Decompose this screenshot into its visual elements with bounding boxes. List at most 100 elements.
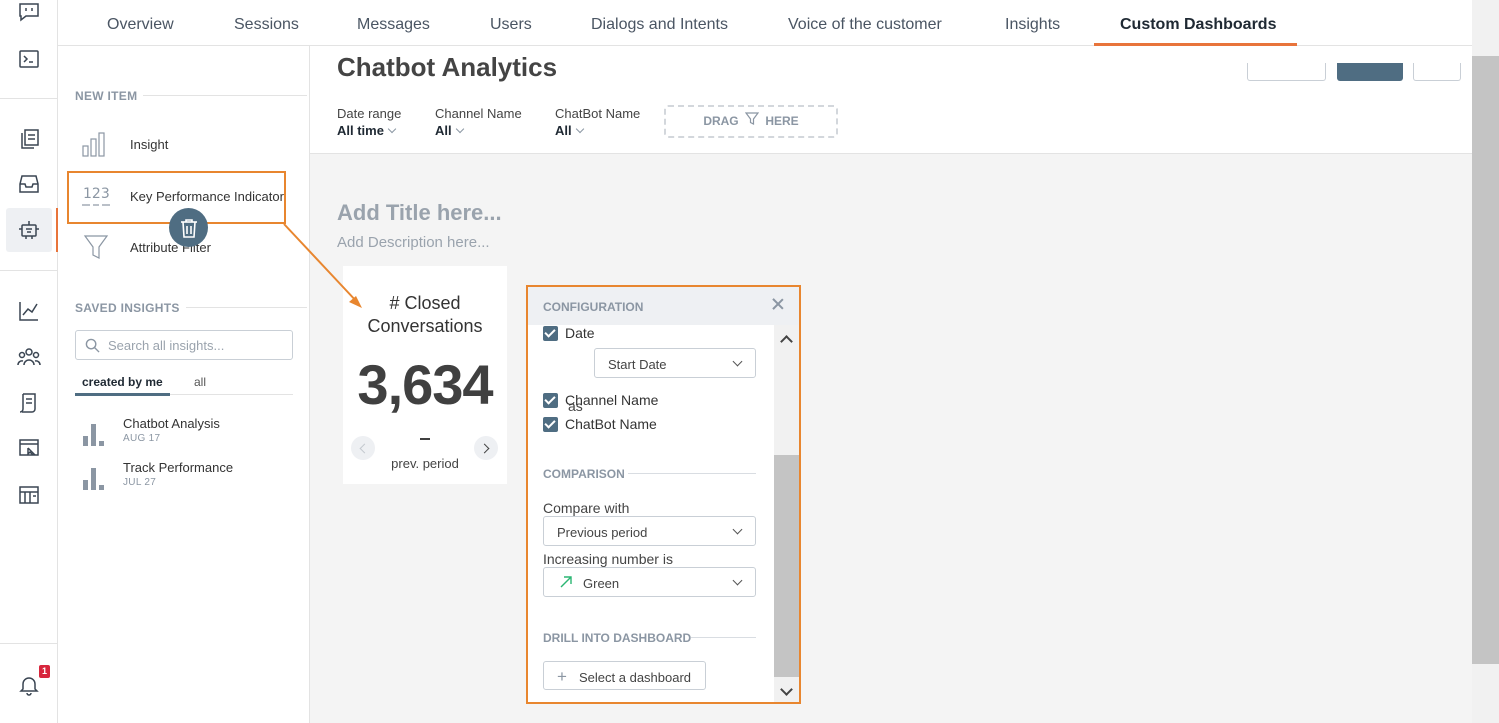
increasing-number-label: Increasing number is	[543, 551, 673, 567]
delete-widget-button[interactable]	[169, 208, 208, 247]
chevron-left-icon	[359, 443, 370, 453]
robot-icon[interactable]	[14, 215, 44, 245]
dropdown-value: Previous period	[557, 525, 648, 540]
tab-dialogs-and-intents[interactable]: Dialogs and Intents	[591, 0, 728, 46]
chat-icon[interactable]	[14, 0, 44, 27]
tab-messages[interactable]: Messages	[357, 0, 430, 46]
filter-date-range[interactable]: Date range All time	[337, 106, 401, 138]
top-tab-bar: Overview Sessions Messages Users Dialogs…	[58, 0, 1472, 46]
dashboard-canvas: Chatbot Analytics Date range All time Ch…	[310, 46, 1472, 723]
date-checkbox[interactable]: Date	[543, 325, 595, 341]
filter-value-text: All	[555, 123, 572, 138]
new-item-heading: NEW ITEM	[75, 89, 138, 103]
terminal-icon[interactable]	[14, 44, 44, 74]
copy-pages-icon[interactable]	[14, 124, 44, 154]
configuration-body: Date as Start Date Channel Name ChatBot …	[528, 325, 774, 702]
saved-insight-date: AUG 17	[123, 433, 161, 444]
cancel-button[interactable]	[1247, 63, 1326, 81]
saved-insight-name: Track Performance	[123, 460, 234, 475]
line-chart-icon[interactable]	[14, 296, 44, 326]
filter-tab-all[interactable]: all	[194, 375, 206, 389]
icon-rail: 1	[0, 0, 58, 723]
page-scrollbar-thumb[interactable]	[1472, 56, 1499, 664]
tab-sessions[interactable]: Sessions	[234, 0, 299, 46]
drop-zone-text: DRAG	[703, 114, 739, 128]
tab-overview[interactable]: Overview	[107, 0, 174, 46]
saved-insight-item[interactable]: Chatbot Analysis AUG 17	[80, 414, 290, 454]
rail-divider	[0, 270, 58, 271]
chevron-down-icon	[732, 356, 743, 367]
filter-label: Date range	[337, 106, 402, 121]
checkbox-checked[interactable]	[543, 325, 558, 341]
chevron-right-icon	[479, 443, 490, 453]
dashboard-header: Chatbot Analytics	[310, 46, 1472, 90]
tab-insights[interactable]: Insights	[1005, 0, 1060, 46]
close-icon[interactable]	[771, 297, 785, 311]
drill-into-dashboard-heading: DRILL INTO DASHBOARD	[543, 631, 692, 645]
increasing-number-dropdown[interactable]: Green	[543, 567, 756, 597]
checkbox-label: ChatBot Name	[565, 416, 657, 432]
filter-tab-active-indicator	[75, 393, 170, 396]
new-item-insight[interactable]: Insight	[66, 122, 284, 166]
channel-name-checkbox[interactable]: Channel Name	[543, 392, 658, 408]
more-button[interactable]	[1413, 63, 1461, 81]
filter-drop-zone[interactable]: DRAG HERE	[664, 105, 838, 138]
date-as-dropdown[interactable]: Start Date	[594, 348, 756, 378]
checkbox-checked[interactable]	[543, 416, 558, 432]
select-dashboard-button[interactable]: + Select a dashboard	[543, 661, 706, 690]
comparison-heading: COMPARISON	[543, 467, 625, 481]
save-button[interactable]	[1337, 63, 1403, 81]
tab-custom-dashboards[interactable]: Custom Dashboards	[1120, 0, 1276, 46]
tab-voice-of-the-customer[interactable]: Voice of the customer	[788, 0, 942, 46]
add-title-field[interactable]: Add Title here...	[337, 200, 502, 226]
kpi-card[interactable]: # Closed Conversations 3,634 prev. perio…	[343, 266, 507, 484]
divider	[691, 637, 756, 638]
filter-channel-name[interactable]: Channel Name All	[435, 106, 522, 138]
page-scrollbar[interactable]	[1472, 0, 1499, 723]
new-item-label: Insight	[130, 136, 169, 152]
drop-zone-text: HERE	[765, 114, 799, 128]
bar-chart-icon	[76, 128, 116, 160]
saved-insights-heading: SAVED INSIGHTS	[75, 301, 180, 315]
filter-chatbot-name[interactable]: ChatBot Name All	[555, 106, 640, 138]
filter-tab-created-by-me[interactable]: created by me	[82, 375, 163, 389]
funnel-icon	[76, 231, 116, 263]
kpi-value: 3,634	[357, 353, 493, 416]
scroll-down-arrow[interactable]	[780, 683, 793, 696]
compare-with-dropdown[interactable]: Previous period	[543, 516, 756, 546]
dashboard-title[interactable]: Chatbot Analytics	[337, 52, 557, 83]
checkbox-label: Date	[565, 325, 595, 341]
search-input[interactable]	[108, 337, 288, 353]
insight-bars-icon	[80, 420, 110, 446]
divider	[186, 307, 307, 308]
scroll-icon[interactable]	[14, 388, 44, 418]
inbox-icon[interactable]	[14, 169, 44, 199]
notification-badge: 1	[39, 665, 50, 678]
chevron-down-icon	[455, 124, 464, 134]
rail-divider	[0, 643, 58, 644]
rail-divider	[0, 98, 58, 99]
saved-insight-date: JUL 27	[123, 477, 157, 488]
add-description-field[interactable]: Add Description here...	[337, 234, 490, 251]
scroll-up-arrow[interactable]	[780, 335, 793, 348]
filter-label: ChatBot Name	[555, 106, 641, 121]
kpi-title: # Closed Conversations	[367, 293, 483, 336]
compare-with-label: Compare with	[543, 500, 630, 516]
dropdown-value: Green	[583, 576, 620, 591]
configuration-scrollbar[interactable]	[774, 325, 799, 702]
checkbox-checked[interactable]	[543, 392, 558, 408]
arrow-up-right-icon	[560, 576, 572, 588]
tab-users[interactable]: Users	[490, 0, 532, 46]
scrollbar-thumb[interactable]	[774, 455, 799, 677]
saved-insight-item[interactable]: Track Performance JUL 27	[80, 458, 290, 498]
kpi-comparison-label: prev. period	[391, 456, 459, 471]
chevron-down-icon	[732, 575, 743, 586]
filter-value-text: All	[435, 123, 452, 138]
search-insights-field[interactable]	[75, 330, 293, 360]
users-group-icon[interactable]	[14, 342, 44, 372]
board-cursor-icon[interactable]	[14, 434, 44, 464]
chatbot-name-checkbox[interactable]: ChatBot Name	[543, 416, 657, 432]
chevron-down-icon	[732, 524, 743, 535]
storefront-icon[interactable]	[14, 480, 44, 510]
chevron-down-icon	[575, 124, 584, 134]
